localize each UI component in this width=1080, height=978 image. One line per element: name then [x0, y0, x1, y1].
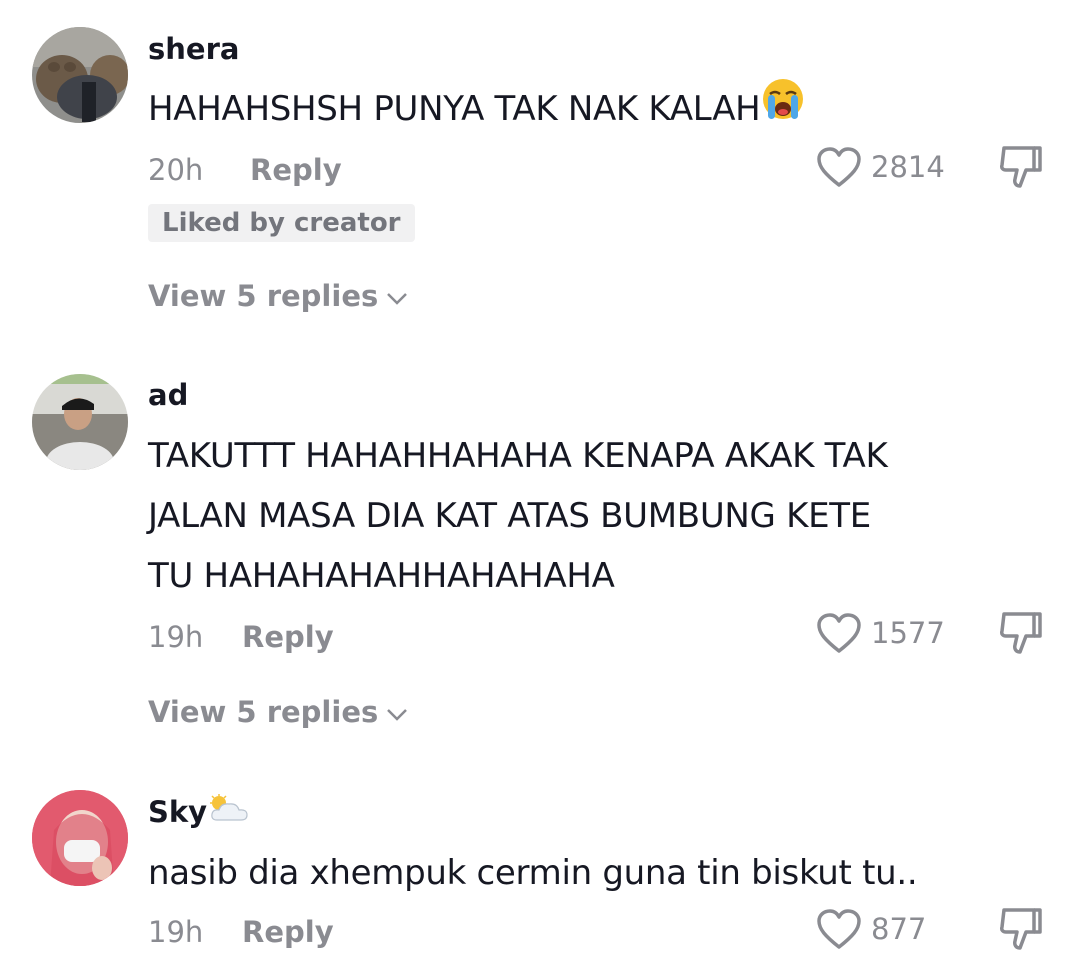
sun-behind-cloud-icon	[207, 794, 249, 832]
thumbs-down-icon	[996, 908, 1046, 958]
comment-time: 19h	[148, 915, 204, 949]
avatar-image	[32, 790, 128, 886]
username[interactable]: Sky	[148, 794, 249, 832]
reply-button[interactable]: Reply	[242, 914, 334, 950]
like-button[interactable]: 877	[815, 907, 926, 951]
dislike-button[interactable]	[996, 904, 1046, 954]
heart-icon	[815, 907, 863, 951]
like-count: 877	[871, 912, 927, 946]
comment-item: Sky nasib dia xhempuk cermin guna tin bi…	[0, 0, 1080, 978]
avatar[interactable]	[32, 790, 128, 886]
comment-text: nasib dia xhempuk cermin guna tin biskut…	[148, 853, 918, 893]
